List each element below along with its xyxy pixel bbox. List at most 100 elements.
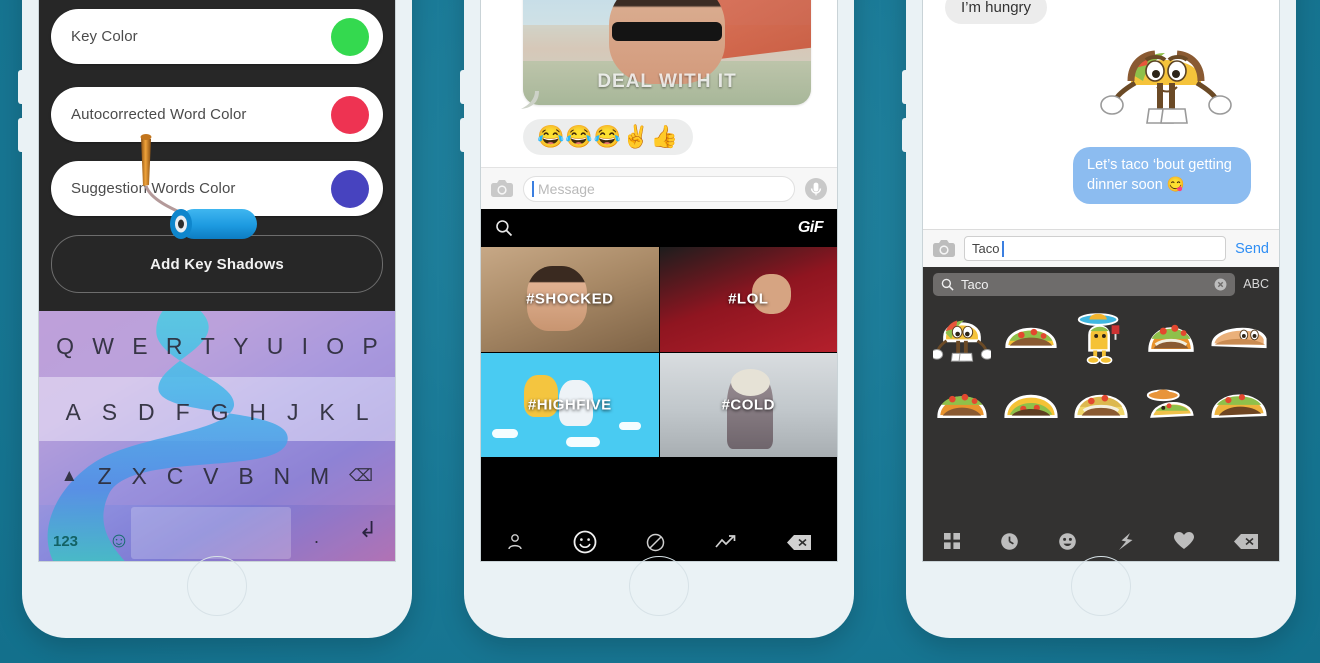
key-j[interactable]: J [287,399,299,426]
key-u[interactable]: U [267,333,284,360]
color-swatch-key-color[interactable] [331,17,369,56]
sticker-search-input[interactable]: Taco [933,272,1236,296]
key-q[interactable]: Q [56,333,74,360]
keyboard-row-3[interactable]: ▲ Z X C V B N M ⌫ [39,455,395,497]
sticker-taco-shell[interactable] [933,374,991,432]
key-b[interactable]: B [238,463,253,490]
sticker-taco-mariachi[interactable] [1072,306,1130,364]
emoji-icon[interactable] [573,530,597,554]
gif-tile-cold[interactable]: #COLD [659,352,837,457]
nope-icon[interactable] [646,533,665,552]
volume-down-button[interactable] [902,118,907,152]
key-v[interactable]: V [203,463,218,490]
contacts-icon[interactable] [506,533,524,551]
volume-up-button[interactable] [18,70,23,104]
key-s[interactable]: S [102,399,117,426]
emoji-key-icon[interactable]: ☺ [99,529,139,553]
message-input[interactable]: Message [523,175,795,202]
message-input-bar[interactable]: Taco Send [923,229,1279,267]
sticker-picker-nav[interactable] [923,521,1279,561]
camera-icon[interactable] [933,239,955,258]
key-k[interactable]: K [319,399,334,426]
conversation-thread: DEAL WITH IT 😂😂😂✌👍 Message [481,0,837,209]
key-g[interactable]: G [211,399,229,426]
period-key[interactable]: . [314,527,319,548]
key-c[interactable]: C [167,463,184,490]
key-w[interactable]: W [92,333,114,360]
abc-button[interactable]: ABC [1243,277,1269,291]
key-d[interactable]: D [138,399,155,426]
color-swatch-suggestion[interactable] [331,169,369,208]
sticker-grid[interactable] [923,301,1279,437]
message-input-bar[interactable]: Message [481,167,837,209]
return-arrow-icon[interactable]: ↲ [359,517,377,543]
flash-icon[interactable] [1117,532,1135,551]
keyboard-row-1[interactable]: Q W E R T Y U I O P [39,325,395,367]
keyboard[interactable]: Q W E R T Y U I O P A S D F G H J K L ▲ … [39,311,395,561]
emoji-reaction-bubble[interactable]: 😂😂😂✌👍 [523,119,693,155]
microphone-icon[interactable] [805,177,827,200]
heart-icon[interactable] [1173,532,1194,550]
key-a[interactable]: A [65,399,80,426]
setting-row-suggestion-words-color[interactable]: Suggestion Words Color [51,161,383,216]
keyboard-row-4[interactable]: 123 ☺ [39,519,395,561]
key-i[interactable]: I [302,333,308,360]
clear-icon[interactable] [1214,278,1227,291]
key-t[interactable]: T [201,333,215,360]
message-bubble-outgoing[interactable]: Let’s taco ‘bout getting dinner soon 😋 [1073,147,1251,205]
taco-character-sticker[interactable] [1091,25,1241,135]
sticker-taco-meat[interactable] [1211,374,1269,432]
gif-tile-lol[interactable]: #LOL [659,247,837,352]
emoji-icon[interactable] [1058,532,1077,551]
volume-down-button[interactable] [18,118,23,152]
gif-tile-highfive[interactable]: #HIGHFIVE [481,352,659,457]
message-bubble-incoming[interactable]: I’m hungry [945,0,1048,24]
setting-row-autocorrected-word-color[interactable]: Autocorrected Word Color [51,87,383,142]
home-button[interactable] [629,556,689,616]
sticker-taco-character[interactable] [932,306,991,364]
gif-message-bubble[interactable]: DEAL WITH IT [523,0,811,105]
key-m[interactable]: M [310,463,329,490]
message-input[interactable]: Taco [964,236,1227,261]
add-key-shadows-button[interactable]: Add Key Shadows [51,235,383,293]
key-y[interactable]: Y [233,333,248,360]
sticker-taco-face-right[interactable] [1211,306,1269,364]
backspace-icon[interactable]: ⌫ [349,466,373,486]
gif-grid[interactable]: #SHOCKED #LOL #HIGHFIVE #COLD [481,247,837,457]
key-p[interactable]: P [362,333,377,360]
key-n[interactable]: N [274,463,291,490]
backspace-icon[interactable] [1233,533,1259,550]
setting-row-key-color[interactable]: Key Color [51,9,383,64]
keyboard-row-2[interactable]: A S D F G H J K L [39,391,395,433]
sticker-taco-yellow[interactable] [1002,374,1060,432]
key-o[interactable]: O [326,333,344,360]
color-swatch-autocorrected[interactable] [331,95,369,134]
home-button[interactable] [187,556,247,616]
backspace-icon[interactable] [786,534,812,551]
key-x[interactable]: X [132,463,147,490]
volume-up-button[interactable] [902,70,907,104]
key-e[interactable]: E [132,333,147,360]
search-icon[interactable] [495,219,513,237]
camera-icon[interactable] [491,179,513,198]
sticker-taco-sombrero[interactable] [1142,374,1200,432]
sticker-taco-open[interactable] [1002,306,1060,364]
key-z[interactable]: Z [98,463,112,490]
key-l[interactable]: L [356,399,369,426]
gif-tile-shocked[interactable]: #SHOCKED [481,247,659,352]
home-button[interactable] [1071,556,1131,616]
sticker-taco-crunchy[interactable] [1072,374,1130,432]
key-r[interactable]: R [166,333,183,360]
sticker-taco-loaded[interactable] [1142,306,1200,364]
key-h[interactable]: H [249,399,266,426]
recent-icon[interactable] [1000,532,1019,551]
trending-icon[interactable] [715,534,737,550]
send-button[interactable]: Send [1235,241,1269,257]
volume-up-button[interactable] [460,70,465,104]
volume-down-button[interactable] [460,118,465,152]
sticker-search-row[interactable]: Taco ABC [923,267,1279,301]
key-f[interactable]: F [176,399,190,426]
shift-arrow-icon[interactable]: ▲ [61,466,78,486]
numbers-key[interactable]: 123 [53,533,99,550]
grid-icon[interactable] [943,532,961,550]
